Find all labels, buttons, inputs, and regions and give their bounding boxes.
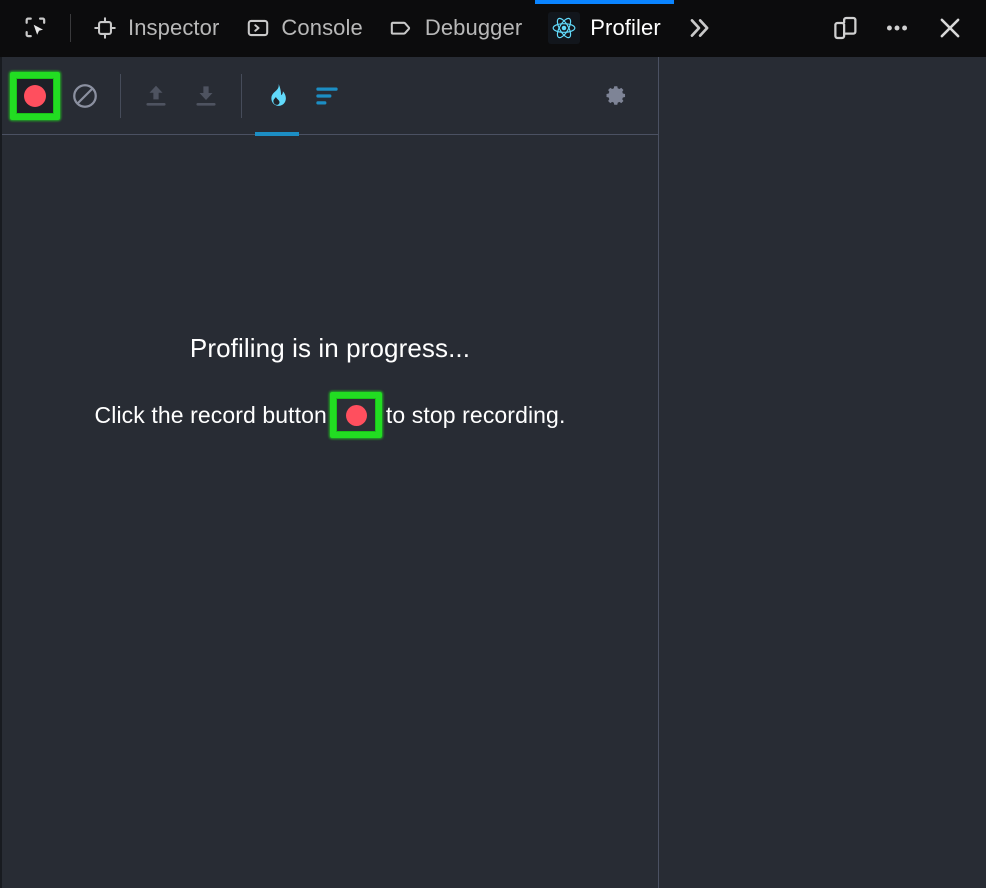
record-icon	[13, 74, 57, 117]
devtools-toolbar: Inspector Console Debugger Profiler	[0, 0, 986, 57]
gear-icon	[604, 82, 631, 109]
clear-profiling-data-button[interactable]	[60, 66, 110, 126]
record-icon	[335, 395, 378, 435]
devtools-close-button[interactable]	[922, 0, 978, 57]
close-icon	[935, 13, 965, 43]
flamegraph-chart-button[interactable]	[252, 66, 302, 136]
react-logo-icon	[548, 12, 581, 44]
console-icon	[245, 15, 271, 41]
instruction-text-before: Click the record button	[94, 401, 334, 428]
download-icon	[191, 81, 221, 111]
profiler-settings-button[interactable]	[592, 66, 642, 126]
toolbar-overflow-button[interactable]	[674, 0, 724, 57]
toolbar-divider	[70, 14, 71, 42]
tab-console[interactable]: Console	[232, 0, 375, 57]
devtools-meatball-menu-button[interactable]	[872, 0, 922, 57]
responsive-design-mode-icon	[831, 13, 861, 43]
record-button-highlight	[10, 71, 60, 120]
meatball-menu-icon	[883, 14, 911, 42]
chevron-double-right-icon	[685, 14, 713, 42]
tab-console-label: Console	[281, 15, 363, 40]
element-picker-button[interactable]	[10, 0, 62, 57]
profiler-toolbar-divider-1	[120, 73, 121, 118]
profiling-status-heading: Profiling is in progress...	[189, 333, 471, 363]
clear-icon	[70, 81, 100, 111]
flame-icon	[262, 81, 292, 111]
profiler-toolbar	[2, 57, 658, 136]
tab-profiler[interactable]: Profiler	[535, 0, 674, 57]
instruction-text-after: to stop recording.	[379, 401, 566, 428]
tab-debugger-label: Debugger	[424, 15, 523, 40]
tab-inspector-label: Inspector	[128, 15, 220, 40]
element-picker-icon	[22, 14, 50, 42]
debugger-icon	[389, 15, 415, 41]
tab-debugger[interactable]: Debugger	[376, 0, 535, 57]
ranked-chart-icon	[312, 81, 342, 111]
profiler-sidebar-panel	[659, 57, 986, 888]
react-profiler-panel: Profiling is in progress... Click the re…	[0, 57, 986, 888]
ranked-chart-button[interactable]	[302, 66, 352, 126]
tab-profiler-label: Profiler	[590, 15, 661, 40]
profiler-empty-state: Profiling is in progress... Click the re…	[2, 135, 658, 888]
inspector-icon	[92, 15, 118, 41]
upload-icon	[141, 81, 171, 111]
responsive-design-mode-button[interactable]	[820, 0, 872, 57]
tab-inspector[interactable]: Inspector	[79, 0, 232, 57]
profiling-instruction-line: Click the record button to stop recordin…	[94, 392, 566, 438]
save-profile-button[interactable]	[181, 66, 231, 126]
record-button[interactable]	[10, 66, 60, 126]
inline-record-button-highlight	[330, 392, 383, 438]
profiler-main-column: Profiling is in progress... Click the re…	[0, 57, 659, 888]
load-profile-button[interactable]	[131, 66, 181, 126]
profiler-toolbar-divider-2	[241, 73, 242, 118]
